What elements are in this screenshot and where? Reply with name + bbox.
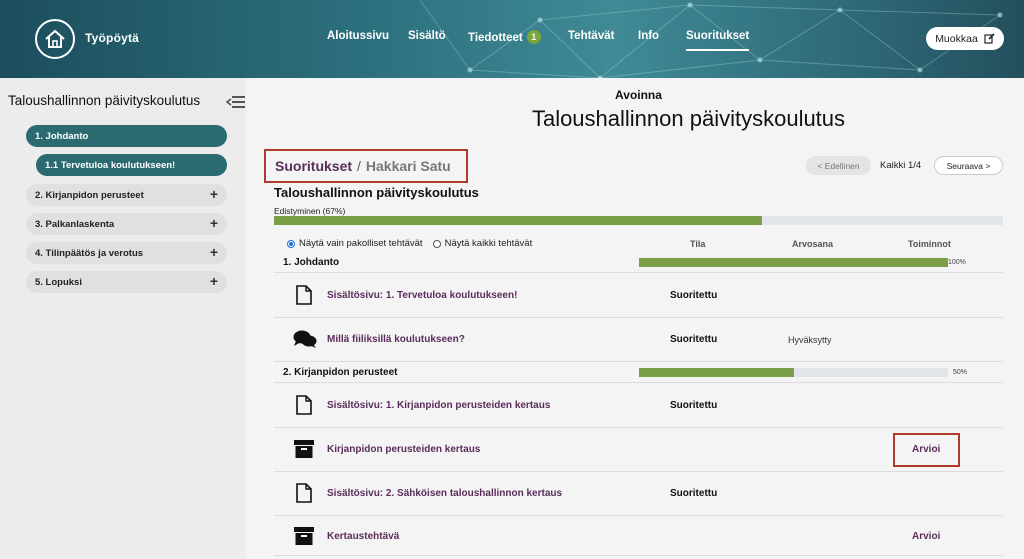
- row-title[interactable]: Millä fiiliksillä koulutukseen?: [327, 334, 465, 345]
- sidebar-item-label: 2. Kirjanpidon perusteet: [35, 189, 144, 201]
- column-grade: Arvosana: [792, 239, 834, 249]
- divider: [274, 427, 1003, 428]
- row-grade: Hyväksytty: [788, 335, 832, 345]
- row-title[interactable]: Sisältösivu: 1. Kirjanpidon perusteiden …: [327, 400, 550, 411]
- highlight-box: [893, 433, 960, 467]
- expand-icon[interactable]: +: [210, 186, 218, 202]
- nav-tehtavat[interactable]: Tehtävät: [568, 30, 614, 42]
- course-status: Avoinna: [615, 88, 662, 102]
- evaluate-button[interactable]: Arvioi: [912, 531, 940, 542]
- top-header: Työpöytä Aloitussivu Sisältö Tiedotteet 1…: [0, 0, 1024, 78]
- all-tasks-label[interactable]: Näytä kaikki tehtävät: [445, 238, 533, 249]
- row-status: Suoritettu: [670, 334, 718, 345]
- document-icon: [296, 483, 312, 503]
- breadcrumb-suoritukset[interactable]: Suoritukset: [275, 158, 352, 174]
- sidebar-item-lopuksi[interactable]: 5. Lopuksi +: [26, 271, 227, 293]
- archive-box-icon: [294, 527, 314, 545]
- course-progress-bar: [274, 216, 1003, 225]
- chat-bubbles-icon: [293, 330, 317, 348]
- next-button[interactable]: Seuraava >: [934, 156, 1003, 175]
- filter-options: Näytä vain pakolliset tehtävät Näytä kai…: [287, 238, 532, 249]
- sidebar-item-label: 5. Lopuksi: [35, 276, 82, 288]
- pager-counter: Kaikki 1/4: [880, 160, 922, 171]
- divider: [274, 515, 1003, 516]
- sidebar-item-palkanlaskenta[interactable]: 3. Palkanlaskenta +: [26, 213, 227, 235]
- course-progress-fill: [274, 216, 763, 225]
- section-progress-bar: [639, 258, 948, 267]
- row-status: Suoritettu: [670, 400, 718, 411]
- nav-info[interactable]: Info: [638, 30, 659, 42]
- document-icon: [296, 285, 312, 305]
- section-label: 2. Kirjanpidon perusteet: [283, 367, 398, 378]
- row-status: Suoritettu: [670, 488, 718, 499]
- row-title[interactable]: Kirjanpidon perusteiden kertaus: [327, 444, 480, 455]
- row-title[interactable]: Kertaustehtävä: [327, 531, 399, 542]
- divider: [274, 471, 1003, 472]
- nav-tiedotteet-label: Tiedotteet: [468, 32, 523, 44]
- section-progress-fill: [639, 258, 948, 267]
- edit-button[interactable]: Muokkaa: [926, 27, 1004, 50]
- section-progress-text: 100%: [948, 259, 966, 266]
- section-progress-text: 50%: [953, 369, 968, 376]
- divider: [274, 382, 1003, 383]
- nav-suoritukset[interactable]: Suoritukset: [686, 30, 750, 51]
- divider: [274, 555, 1003, 556]
- sidebar-item-label: 4. Tilinpäätös ja verotus: [35, 247, 144, 259]
- page-title: Taloushallinnon päivityskoulutus: [531, 106, 846, 131]
- row-status: Suoritettu: [670, 290, 718, 301]
- edit-icon: [984, 33, 995, 44]
- row-title[interactable]: Sisältösivu: 2. Sähköisen taloushallinno…: [327, 488, 562, 499]
- sidebar-item-label: 3. Palkanlaskenta: [35, 218, 115, 230]
- edit-button-label: Muokkaa: [935, 32, 978, 45]
- expand-icon[interactable]: +: [210, 215, 218, 231]
- row-title[interactable]: Sisältösivu: 1. Tervetuloa koulutukseen!: [327, 290, 517, 301]
- progress-label: Edistyminen (67%): [274, 206, 346, 216]
- expand-icon[interactable]: +: [210, 244, 218, 260]
- sidebar-item-kirjanpidon-perusteet[interactable]: 2. Kirjanpidon perusteet +: [26, 184, 227, 206]
- sidebar-item-label: 1. Johdanto: [35, 130, 89, 142]
- course-title: Taloushallinnon päivityskoulutus: [274, 185, 479, 200]
- column-status: Tila: [690, 239, 706, 249]
- expand-icon[interactable]: +: [210, 273, 218, 289]
- section-progress-fill: [639, 368, 794, 377]
- column-actions: Toiminnot: [908, 239, 951, 249]
- divider: [274, 272, 1003, 273]
- section-label: 1. Johdanto: [283, 257, 340, 268]
- sidebar-item-tervetuloa[interactable]: 1.1 Tervetuloa koulutukseen!: [36, 154, 227, 176]
- notification-badge: 1: [526, 30, 541, 44]
- required-only-label[interactable]: Näytä vain pakolliset tehtävät: [299, 238, 423, 249]
- sidebar: Taloushallinnon päivityskoulutus 1. Johd…: [0, 78, 246, 559]
- divider: [274, 317, 1003, 318]
- section-progress-bar: [639, 368, 948, 377]
- sidebar-item-label: 1.1 Tervetuloa koulutukseen!: [45, 159, 176, 171]
- breadcrumb: Suoritukset / Hakkari Satu: [264, 149, 468, 183]
- nav-tiedotteet[interactable]: Tiedotteet 1: [468, 30, 541, 44]
- sidebar-item-tilinpaatos[interactable]: 4. Tilinpäätös ja verotus +: [26, 242, 227, 264]
- document-icon: [296, 395, 312, 415]
- breadcrumb-student-name: Hakkari Satu: [365, 158, 451, 174]
- divider: [274, 361, 1003, 362]
- previous-button[interactable]: < Edellinen: [806, 156, 871, 175]
- nav-aloitussivu[interactable]: Aloitussivu: [327, 30, 389, 42]
- nav-sisalto[interactable]: Sisältö: [408, 30, 446, 42]
- all-tasks-radio[interactable]: [432, 239, 441, 248]
- main-nav: Aloitussivu Sisältö Tiedotteet 1 Tehtävät…: [0, 30, 1024, 51]
- sidebar-item-johdanto[interactable]: 1. Johdanto: [26, 125, 227, 147]
- required-only-radio[interactable]: [287, 239, 295, 248]
- breadcrumb-separator: /: [357, 158, 361, 174]
- archive-box-icon: [294, 440, 314, 458]
